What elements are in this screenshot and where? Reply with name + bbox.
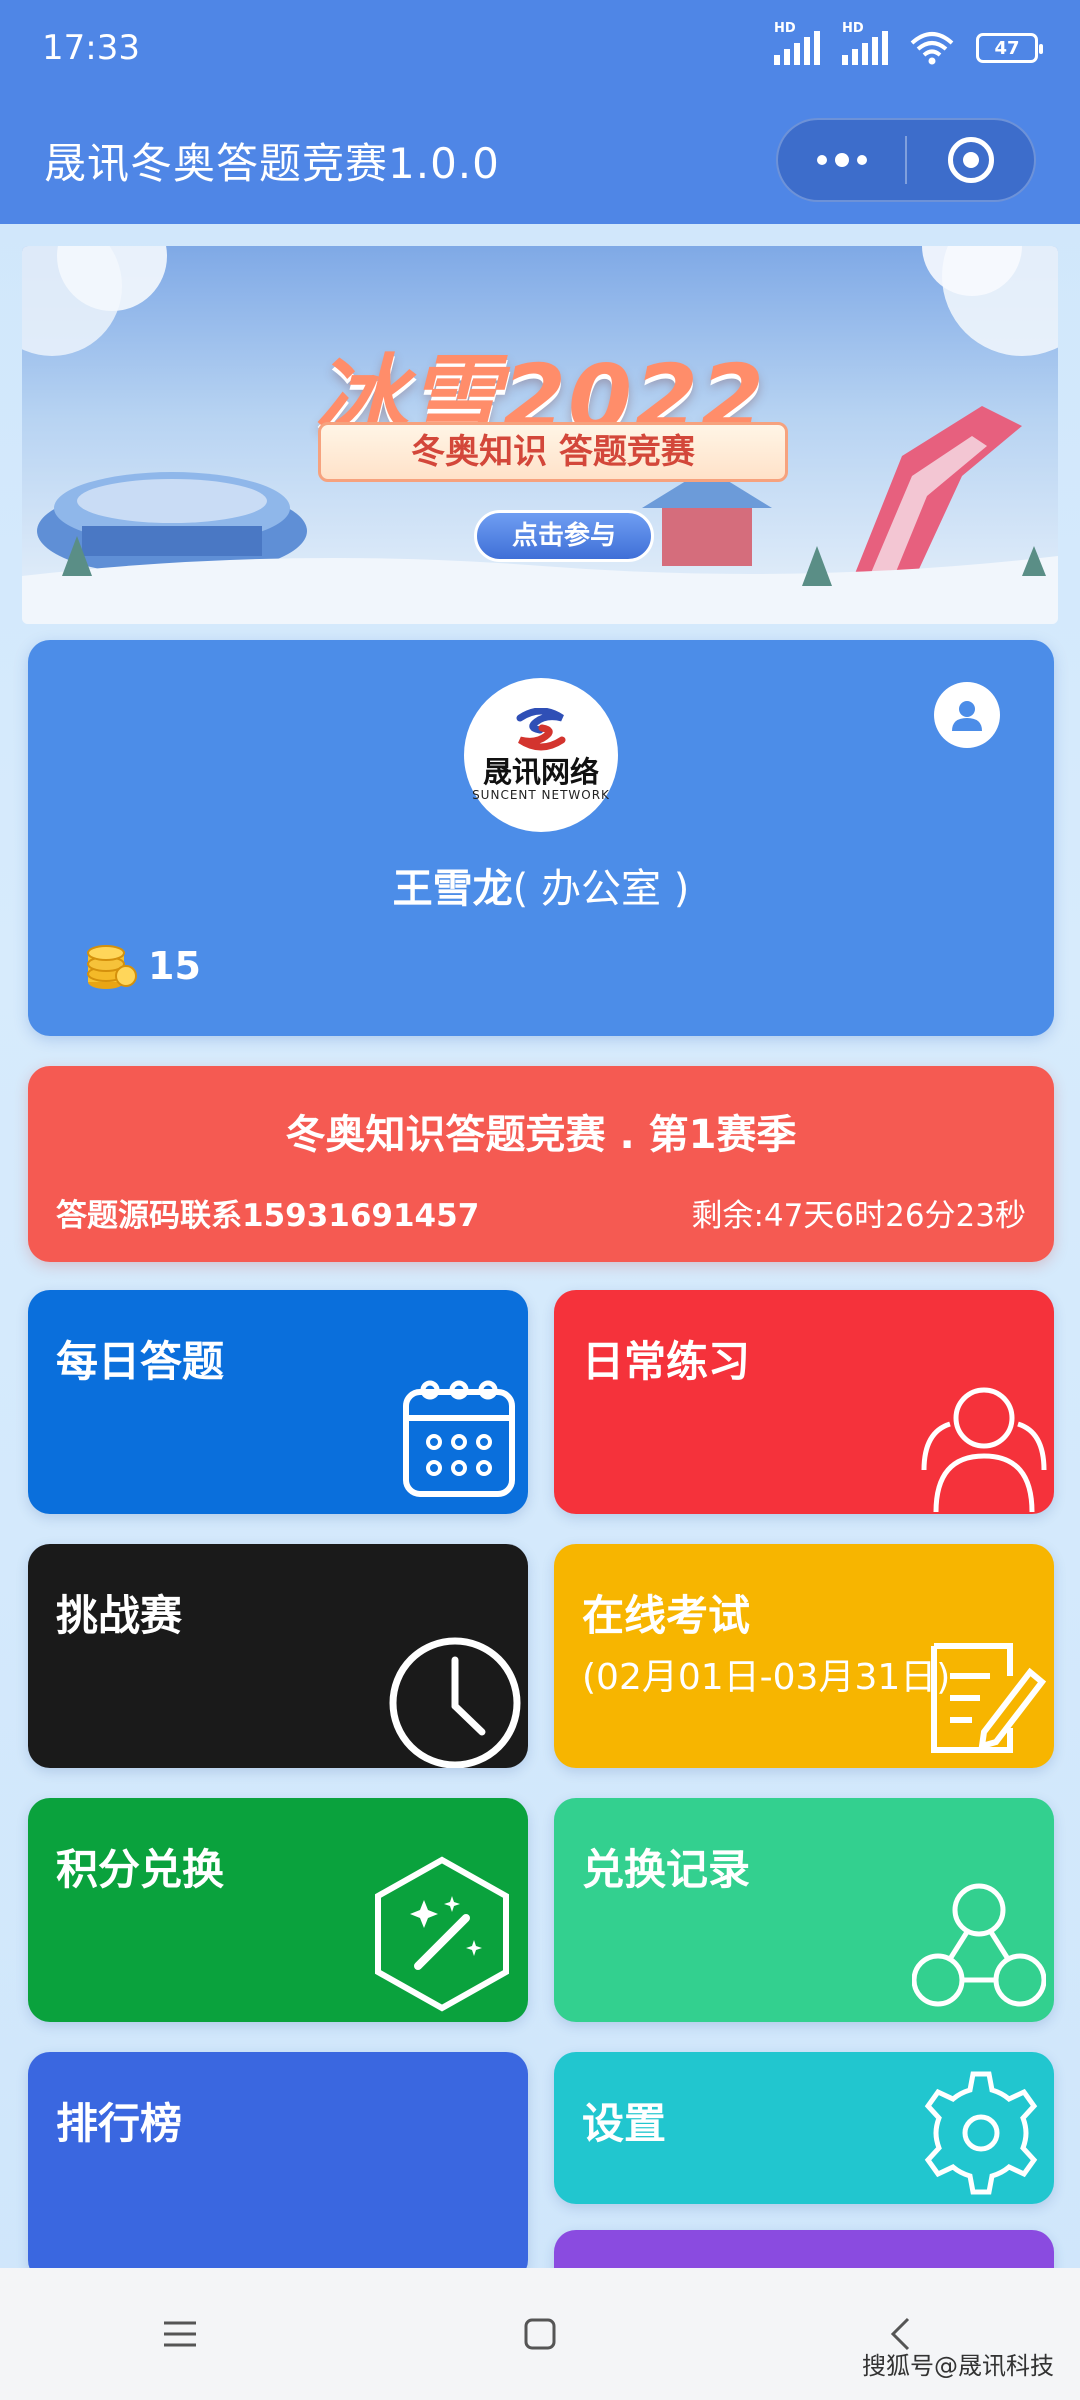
tile-label: 挑战赛 bbox=[56, 1591, 183, 1640]
clock-icon bbox=[389, 1637, 521, 1768]
tile-label: 在线考试 bbox=[582, 1591, 751, 1640]
logo-name-en: SUNCENT NETWORK bbox=[472, 788, 610, 802]
status-bar: 17:33 HD HD 47 bbox=[0, 0, 1080, 96]
user-name-line: 王雪龙( 办公室 ) bbox=[28, 856, 1054, 914]
tile-label: 每日答题 bbox=[56, 1337, 225, 1386]
home-button[interactable] bbox=[360, 2268, 720, 2400]
menu-icon bbox=[164, 2321, 196, 2347]
coins-icon bbox=[87, 945, 137, 989]
target-icon bbox=[947, 137, 994, 183]
tile-daily-practice[interactable]: 日常练习 bbox=[554, 1290, 1054, 1514]
user-name: 王雪龙 bbox=[392, 866, 513, 912]
tile-daily-quiz[interactable]: 每日答题 bbox=[28, 1290, 528, 1514]
company-logo: 晟讯网络 SUNCENT NETWORK bbox=[464, 678, 618, 832]
season-title: 冬奥知识答题竞赛 . 第1赛季 bbox=[285, 1112, 797, 1158]
user-department: ( 办公室 ) bbox=[512, 866, 690, 912]
edit-document-icon bbox=[931, 1643, 1047, 1753]
tile-points-exchange[interactable]: 积分兑换 bbox=[28, 1798, 528, 2022]
user-profile-button[interactable] bbox=[934, 682, 1000, 748]
miniprogram-capsule bbox=[776, 118, 1036, 202]
banner-join-button[interactable]: 点击参与 bbox=[474, 510, 654, 562]
gear-icon bbox=[924, 2071, 1038, 2195]
signal-icon: HD bbox=[774, 21, 820, 65]
title-bar: 晟讯冬奥答题竞赛1.0.0 bbox=[0, 96, 1080, 224]
more-button[interactable] bbox=[778, 120, 905, 200]
tile-leaderboard[interactable]: 排行榜 bbox=[28, 2052, 528, 2282]
status-time: 17:33 bbox=[42, 28, 140, 68]
wifi-icon bbox=[910, 32, 954, 65]
logo-name-cn: 晟讯网络 bbox=[482, 755, 599, 789]
tile-label: 日常练习 bbox=[582, 1337, 751, 1386]
banner-ribbon: 冬奥知识 答题竞赛 bbox=[318, 422, 788, 482]
user-icon bbox=[952, 701, 982, 731]
tile-settings[interactable]: 设置 bbox=[554, 2052, 1054, 2204]
tile-online-exam[interactable]: 在线考试 (02月01日-03月31日) bbox=[554, 1544, 1054, 1768]
season-card[interactable]: 冬奥知识答题竞赛 . 第1赛季 答题源码联系15931691457 剩余:47天… bbox=[28, 1066, 1054, 1262]
battery-icon: 47 bbox=[976, 33, 1043, 63]
tile-exam-dates: (02月01日-03月31日) bbox=[582, 1657, 951, 1698]
close-button[interactable] bbox=[907, 120, 1034, 200]
users-icon bbox=[921, 1387, 1047, 1513]
banner[interactable]: 冰雪2022 冬奥知识 答题竞赛 点击参与 bbox=[22, 246, 1058, 624]
tile-exchange-records[interactable]: 兑换记录 bbox=[554, 1798, 1054, 2022]
network-icon bbox=[912, 1883, 1046, 2007]
season-contact: 答题源码联系15931691457 bbox=[56, 1198, 480, 1234]
tile-label: 设置 bbox=[582, 2099, 667, 2148]
tile-label: 排行榜 bbox=[56, 2099, 183, 2148]
calendar-icon bbox=[403, 1380, 515, 1497]
signal-icon: HD bbox=[842, 21, 888, 65]
coin-balance: 15 bbox=[82, 938, 201, 994]
home-square-icon bbox=[524, 2318, 556, 2350]
page-title: 晟讯冬奥答题竞赛1.0.0 bbox=[44, 138, 500, 188]
tile-challenge[interactable]: 挑战赛 bbox=[28, 1544, 528, 1768]
magic-wand-icon bbox=[375, 1856, 509, 2012]
coin-count: 15 bbox=[148, 944, 201, 988]
menu-button[interactable] bbox=[0, 2268, 360, 2400]
profile-card: 晟讯网络 SUNCENT NETWORK 王雪龙( 办公室 ) 15 bbox=[28, 640, 1054, 1036]
tile-label: 积分兑换 bbox=[56, 1845, 225, 1894]
tile-label: 兑换记录 bbox=[582, 1845, 751, 1894]
watermark: 搜狐号@晟讯科技 bbox=[862, 2352, 1054, 2380]
season-countdown: 剩余:47天6时26分23秒 bbox=[691, 1198, 1026, 1234]
logo-mark-icon bbox=[516, 708, 566, 751]
more-dots-icon bbox=[816, 153, 867, 167]
